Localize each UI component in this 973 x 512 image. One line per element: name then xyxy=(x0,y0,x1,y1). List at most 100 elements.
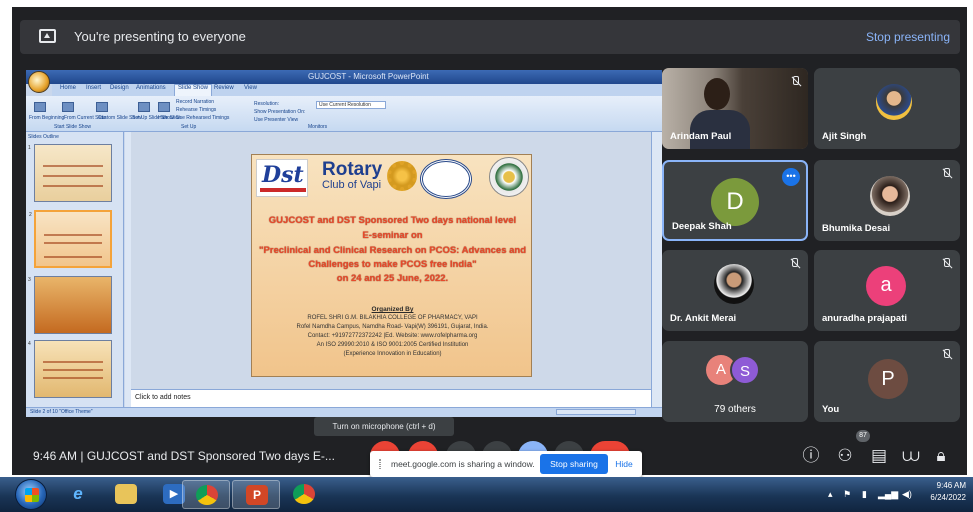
tab-insert[interactable]: Insert xyxy=(86,85,101,91)
slide-thumbnail-1[interactable]: 1 xyxy=(28,144,112,202)
network-icon[interactable]: ▂▄▆ xyxy=(878,489,898,500)
sharing-notice-text: meet.google.com is sharing a window. xyxy=(391,459,535,469)
meeting-time-and-title: 9:46 AM | GUJCOST and DST Sponsored Two … xyxy=(33,449,335,463)
slide-heading-line-3: "Preclinical and Clinical Research on PC… xyxy=(258,245,527,256)
participant-name: anuradha prajapati xyxy=(822,313,907,324)
action-center-icon[interactable]: ⚑ xyxy=(843,489,851,500)
participant-tile-ajit-singh[interactable]: Ajit Singh xyxy=(814,68,960,149)
start-button-icon[interactable] xyxy=(15,479,47,510)
power-icon[interactable]: ▮ xyxy=(862,489,867,500)
presenter-view-label[interactable]: Use Presenter View xyxy=(254,117,298,123)
college-seal-logo xyxy=(420,159,472,199)
current-slide[interactable]: Dst Rotary Club of Vapi GUJCOST and DST … xyxy=(251,154,532,377)
resolution-select[interactable]: Use Current Resolution xyxy=(316,101,386,109)
people-icon[interactable]: ⚇ xyxy=(834,445,856,467)
hide-slide-icon[interactable] xyxy=(158,102,170,112)
zoom-slider[interactable] xyxy=(556,409,636,415)
participant-tile-bhumika-desai[interactable]: Bhumika Desai xyxy=(814,160,960,241)
tab-slide-show[interactable]: Slide Show xyxy=(174,84,213,96)
tab-view[interactable]: View xyxy=(244,85,257,91)
organized-by-label: Organized By xyxy=(371,306,414,313)
participant-tile-anuradha-prajapati[interactable]: a anuradha prajapati xyxy=(814,250,960,331)
chat-icon[interactable]: ▤ xyxy=(868,445,890,467)
internet-explorer-icon: e xyxy=(73,484,83,503)
mic-off-icon xyxy=(941,349,951,361)
ppt-ribbon-tabs: Home Insert Design Animations Slide Show… xyxy=(52,84,662,96)
slide-scrollbar[interactable] xyxy=(651,132,662,407)
slides-pane: Slides Outline 1 2 3 4 xyxy=(26,132,124,407)
mic-off-icon xyxy=(941,258,951,270)
slide-heading-line-1: GUJCOST and DST Sponsored Two days natio… xyxy=(268,215,517,226)
rotary-subtitle: Club of Vapi xyxy=(322,179,382,191)
avatar xyxy=(876,84,912,120)
taskbar-explorer[interactable] xyxy=(102,480,150,509)
participant-tile-you[interactable]: P You xyxy=(814,341,960,422)
mic-off-icon xyxy=(789,258,799,270)
taskbar-clock-date[interactable]: 6/24/2022 xyxy=(920,493,966,502)
more-options-button[interactable]: ••• xyxy=(782,168,800,186)
powerpoint-icon: P xyxy=(246,485,268,505)
host-controls-icon[interactable]: 🔒︎ xyxy=(930,445,952,467)
video-person-head xyxy=(704,78,730,110)
hide-button[interactable]: Hide xyxy=(610,454,638,474)
people-count-badge: 87 xyxy=(856,430,870,442)
from-current-icon[interactable] xyxy=(62,102,74,112)
presenting-text: You're presenting to everyone xyxy=(74,29,246,44)
mic-off-icon xyxy=(790,76,800,88)
resolution-label: Resolution: xyxy=(254,101,280,107)
tab-home[interactable]: Home xyxy=(60,85,76,91)
iso-certification: An ISO 29990:2010 & ISO 9001:2005 Certif… xyxy=(316,342,469,348)
from-beginning-icon[interactable] xyxy=(34,102,46,112)
participant-name: Dr. Ankit Merai xyxy=(670,313,737,324)
stop-presenting-button[interactable]: Stop presenting xyxy=(866,30,950,44)
tab-review[interactable]: Review xyxy=(214,85,234,91)
notes-pane[interactable]: Click to add notes xyxy=(131,389,651,407)
taskbar-powerpoint-active[interactable]: P xyxy=(232,480,280,509)
folder-icon xyxy=(115,484,137,504)
slide-heading-line-2: E-seminar on xyxy=(362,230,423,241)
participant-tile-ankit-merai[interactable]: Dr. Ankit Merai xyxy=(662,250,808,331)
office-button-icon[interactable] xyxy=(28,71,50,93)
taskbar-chrome-active[interactable] xyxy=(182,480,230,509)
slides-outline-tabs[interactable]: Slides Outline xyxy=(28,134,59,142)
participant-tile-others[interactable]: A S 79 others xyxy=(662,341,808,422)
ppt-window-title: GUJCOST - Microsoft PowerPoint xyxy=(308,72,429,81)
others-count-label: 79 others xyxy=(714,404,756,415)
tab-animations[interactable]: Animations xyxy=(136,85,166,91)
participant-tile-deepak-shah[interactable]: D ••• Deepak Shah xyxy=(662,160,808,241)
record-narration-label[interactable]: Record Narration xyxy=(176,99,214,105)
info-icon[interactable]: ⓘ xyxy=(800,445,822,467)
custom-show-icon[interactable] xyxy=(96,102,108,112)
dst-logo-text: Dst xyxy=(262,162,304,188)
presenting-banner: You're presenting to everyone Stop prese… xyxy=(20,20,960,54)
google-meet-window: You're presenting to everyone Stop prese… xyxy=(12,7,967,477)
slide-thumbnail-3[interactable]: 3 xyxy=(28,276,112,334)
group-start-label: Start Slide Show xyxy=(54,124,91,130)
slide-editing-area: Dst Rotary Club of Vapi GUJCOST and DST … xyxy=(131,132,651,389)
dst-logo-band xyxy=(260,188,306,192)
group-setup-label: Set Up xyxy=(181,124,197,130)
slide-thumbnail-2[interactable]: 2 xyxy=(29,210,112,268)
college-name: ROFEL SHRI G.M. BILAKHIA COLLEGE OF PHAR… xyxy=(307,315,478,321)
rehearse-label[interactable]: Rehearse Timings xyxy=(176,107,216,113)
participant-name: Deepak Shah xyxy=(672,221,732,232)
participant-tile-arindam-paul[interactable]: Arindam Paul xyxy=(662,68,808,149)
drag-handle-icon[interactable] xyxy=(379,459,381,469)
slide-heading-line-5: on 24 and 25 June, 2022. xyxy=(336,273,449,284)
taskbar-ie[interactable]: e xyxy=(54,480,102,509)
taskbar-chrome[interactable] xyxy=(280,480,328,509)
mic-tooltip: Turn on microphone (ctrl + d) xyxy=(314,417,454,436)
activities-icon[interactable]: ⩊ xyxy=(900,445,922,467)
slide-thumbnail-4[interactable]: 4 xyxy=(28,340,112,398)
taskbar-clock-time[interactable]: 9:46 AM xyxy=(926,481,966,490)
volume-icon[interactable]: ◀) xyxy=(902,489,912,500)
set-up-icon[interactable] xyxy=(138,102,150,112)
tab-design[interactable]: Design xyxy=(110,85,129,91)
slide-count-status: Slide 2 of 10 "Office Theme" xyxy=(30,409,93,415)
rotary-wheel-logo xyxy=(387,161,417,191)
slide-number: 4 xyxy=(28,341,31,347)
stop-sharing-button[interactable]: Stop sharing xyxy=(540,454,608,474)
show-hidden-icons-icon[interactable]: ▴ xyxy=(828,489,833,500)
use-timings-label[interactable]: Use Rehearsed Timings xyxy=(176,115,229,121)
present-screen-icon xyxy=(39,29,56,43)
